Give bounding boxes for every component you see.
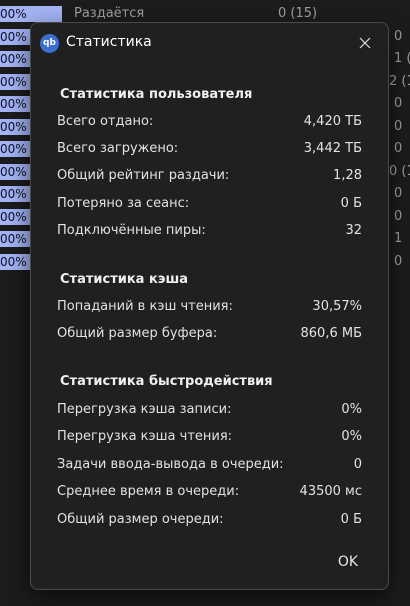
session-waste-value: 0 Б: [340, 196, 362, 211]
seeds-cell: 1: [394, 231, 403, 246]
share-ratio-value: 1,28: [333, 168, 362, 183]
read-cache-overload-label: Перегрузка кэша чтения:: [57, 429, 233, 444]
close-button[interactable]: [350, 29, 380, 57]
read-cache-hits-value: 30,57%: [312, 299, 362, 314]
total-uploaded-label: Всего отдано:: [57, 114, 154, 129]
total-uploaded-value: 4,420 ТБ: [303, 114, 362, 129]
status-cell: Раздаётся: [74, 6, 145, 21]
cache-stats-heading: Статистика кэша: [60, 272, 189, 287]
session-waste-label: Потеряно за сеанс:: [57, 196, 190, 211]
total-queued-size-label: Общий размер очереди:: [57, 512, 224, 527]
seeds-cell: 1 (: [394, 51, 410, 66]
total-buffer-size-label: Общий размер буфера:: [57, 326, 218, 341]
avg-queue-time-value: 43500 мс: [299, 484, 362, 499]
progress-bar: 00%: [0, 6, 62, 22]
statistics-dialog: qb Статистика Статистика пользователя Вс…: [30, 22, 389, 590]
avg-queue-time-label: Среднее время в очереди:: [57, 484, 240, 499]
seeds-cell: 0: [394, 119, 403, 134]
total-buffer-size-value: 860,6 МБ: [300, 326, 362, 341]
dialog-titlebar[interactable]: qb Статистика: [31, 23, 388, 63]
read-cache-hits-label: Попаданий в кэш чтения:: [57, 299, 233, 314]
dialog-title: Статистика: [66, 34, 152, 50]
queued-io-jobs-value: 0: [353, 457, 362, 472]
seeds-cell: 0: [394, 141, 403, 156]
seeds-cell: 0: [394, 209, 403, 224]
seeds-cell: 0 (15): [278, 6, 318, 21]
user-stats-heading: Статистика пользователя: [60, 87, 253, 102]
close-icon: [359, 37, 371, 49]
write-cache-overload-label: Перегрузка кэша записи:: [57, 402, 232, 417]
total-downloaded-value: 3,442 ТБ: [303, 141, 362, 156]
total-downloaded-label: Всего загружено:: [57, 141, 179, 156]
queued-io-jobs-label: Задачи ввода-вывода в очереди:: [57, 457, 284, 472]
seeds-cell: 0 (1: [389, 164, 410, 179]
write-cache-overload-value: 0%: [341, 402, 362, 417]
perf-stats-heading: Статистика быстродействия: [60, 374, 273, 389]
seeds-cell: 2 (1: [389, 74, 410, 89]
ok-button[interactable]: OK: [328, 550, 368, 574]
qbittorrent-logo-icon: qb: [40, 34, 59, 53]
share-ratio-label: Общий рейтинг раздачи:: [57, 168, 230, 183]
connected-peers-label: Подключённые пиры:: [57, 223, 206, 238]
seeds-cell: 0: [394, 186, 403, 201]
total-queued-size-value: 0 Б: [340, 512, 362, 527]
read-cache-overload-value: 0%: [341, 429, 362, 444]
seeds-cell: 0: [394, 96, 403, 111]
seeds-cell: 0: [394, 29, 403, 44]
seeds-cell: 0: [394, 254, 403, 269]
connected-peers-value: 32: [345, 223, 362, 238]
